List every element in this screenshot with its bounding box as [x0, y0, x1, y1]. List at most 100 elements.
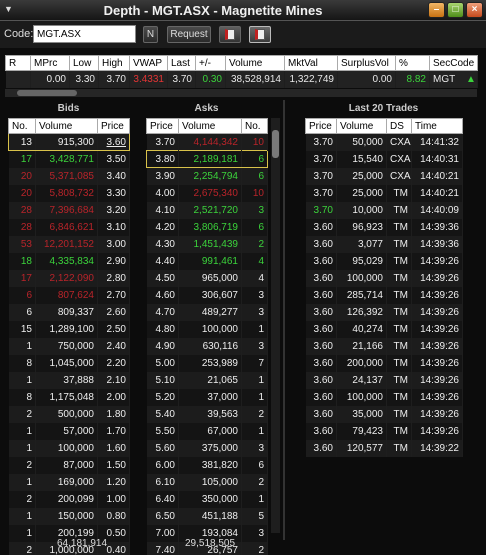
summary-column-header[interactable]: SecCode — [429, 55, 478, 71]
request-button[interactable]: Request — [167, 26, 211, 43]
ask-row[interactable]: 5.20 37,000 1 — [146, 388, 268, 406]
asks-column-header[interactable]: Price — [146, 118, 179, 134]
summary-column-header[interactable]: MktVal — [284, 55, 338, 71]
bid-row[interactable]: 17 3,428,771 3.50 — [8, 150, 130, 168]
ask-row[interactable]: 4.20 3,806,719 6 — [146, 218, 268, 236]
bid-row[interactable]: 20 5,371,085 3.40 — [8, 167, 130, 185]
bid-row[interactable]: 28 7,396,684 3.20 — [8, 201, 130, 219]
ask-row[interactable]: 5.10 21,065 1 — [146, 371, 268, 389]
bid-row[interactable]: 6 809,337 2.60 — [8, 303, 130, 321]
summary-column-header[interactable]: Last — [167, 55, 196, 71]
document-list-button[interactable] — [219, 26, 241, 43]
bid-row[interactable]: 28 6,846,621 3.10 — [8, 218, 130, 236]
trade-row[interactable]: 3.60 40,274 TM 14:39:26 — [305, 320, 463, 338]
summary-column-header[interactable]: VWAP — [129, 55, 168, 71]
bid-row[interactable]: 1 57,000 1.70 — [8, 422, 130, 440]
bid-row[interactable]: 2 87,000 1.50 — [8, 456, 130, 474]
ask-row[interactable]: 4.90 630,116 3 — [146, 337, 268, 355]
trade-row[interactable]: 3.60 96,923 TM 14:39:36 — [305, 218, 463, 236]
bids-column-header[interactable]: No. — [8, 118, 36, 134]
ask-row[interactable]: 5.00 253,989 7 — [146, 354, 268, 372]
bid-row[interactable]: 18 4,335,834 2.90 — [8, 252, 130, 270]
trade-row[interactable]: 3.60 120,577 TM 14:39:22 — [305, 439, 463, 457]
ask-row[interactable]: 4.50 965,000 4 — [146, 269, 268, 287]
bid-row[interactable]: 2 500,000 1.80 — [8, 405, 130, 423]
trade-row[interactable]: 3.70 15,540 CXA 14:40:31 — [305, 150, 463, 168]
bid-row[interactable]: 1 750,000 2.40 — [8, 337, 130, 355]
summary-column-header[interactable]: % — [395, 55, 430, 71]
trades-column-header[interactable]: Volume — [336, 118, 387, 134]
ask-row[interactable]: 4.70 489,277 3 — [146, 303, 268, 321]
maximize-icon[interactable]: □ — [447, 2, 464, 18]
trade-row[interactable]: 3.70 25,000 TM 14:40:21 — [305, 184, 463, 202]
asks-column-header[interactable]: No. — [241, 118, 268, 134]
code-input[interactable] — [33, 25, 136, 43]
summary-column-header[interactable]: Low — [69, 55, 99, 71]
bid-row[interactable]: 1 169,000 1.20 — [8, 473, 130, 491]
vertical-scrollbar[interactable] — [271, 118, 280, 533]
bids-column-header[interactable]: Price — [97, 118, 130, 134]
trades-column-header[interactable]: Time — [411, 118, 463, 134]
ask-row[interactable]: 3.80 2,189,181 6 — [146, 150, 268, 168]
ask-row[interactable]: 6.40 350,000 1 — [146, 490, 268, 508]
ask-row[interactable]: 4.00 2,675,340 10 — [146, 184, 268, 202]
scrollbar-thumb[interactable] — [272, 130, 279, 158]
bid-row[interactable]: 20 5,808,732 3.30 — [8, 184, 130, 202]
trade-row[interactable]: 3.60 100,000 TM 14:39:26 — [305, 388, 463, 406]
asks-column-header[interactable]: Volume — [178, 118, 242, 134]
summary-column-header[interactable]: MPrc — [30, 55, 70, 71]
trade-row[interactable]: 3.60 35,000 TM 14:39:26 — [305, 405, 463, 423]
ask-row[interactable]: 3.70 4,144,342 10 — [146, 133, 268, 151]
trade-row[interactable]: 3.60 3,077 TM 14:39:36 — [305, 235, 463, 253]
trade-row[interactable]: 3.60 285,714 TM 14:39:26 — [305, 286, 463, 304]
bid-row[interactable]: 8 1,175,048 2.00 — [8, 388, 130, 406]
trade-row[interactable]: 3.60 200,000 TM 14:39:26 — [305, 354, 463, 372]
trade-row[interactable]: 3.60 24,137 TM 14:39:26 — [305, 371, 463, 389]
ask-row[interactable]: 4.40 991,461 4 — [146, 252, 268, 270]
n-button[interactable]: N — [143, 26, 158, 43]
ask-row[interactable]: 6.00 381,820 6 — [146, 456, 268, 474]
ask-row[interactable]: 4.60 306,607 3 — [146, 286, 268, 304]
minimize-icon[interactable]: – — [428, 2, 445, 18]
summary-column-header[interactable]: R — [5, 55, 31, 71]
bid-row[interactable]: 17 2,122,090 2.80 — [8, 269, 130, 287]
bid-row[interactable]: 1 37,888 2.10 — [8, 371, 130, 389]
trade-row[interactable]: 3.70 50,000 CXA 14:41:32 — [305, 133, 463, 151]
summary-column-header[interactable]: SurplusVol — [337, 55, 396, 71]
trade-row[interactable]: 3.70 10,000 TM 14:40:09 — [305, 201, 463, 219]
ask-row[interactable]: 4.80 100,000 1 — [146, 320, 268, 338]
bids-column-header[interactable]: Volume — [35, 118, 98, 134]
ask-row[interactable]: 5.40 39,563 2 — [146, 405, 268, 423]
bid-row[interactable]: 1 150,000 0.80 — [8, 507, 130, 525]
ask-row[interactable]: 6.10 105,000 2 — [146, 473, 268, 491]
summary-column-header[interactable]: +/- — [195, 55, 226, 71]
bid-row[interactable]: 13 915,300 3.60 — [8, 133, 130, 151]
bid-row[interactable]: 8 1,045,000 2.20 — [8, 354, 130, 372]
summary-column-header[interactable]: High — [98, 55, 130, 71]
trade-row[interactable]: 3.60 21,166 TM 14:39:26 — [305, 337, 463, 355]
summary-column-header[interactable]: Volume — [225, 55, 285, 71]
trade-row[interactable]: 3.60 100,000 TM 14:39:26 — [305, 269, 463, 287]
bid-row[interactable]: 15 1,289,100 2.50 — [8, 320, 130, 338]
ask-row[interactable]: 5.60 375,000 3 — [146, 439, 268, 457]
bid-row[interactable]: 53 12,201,152 3.00 — [8, 235, 130, 253]
trade-row[interactable]: 3.60 79,423 TM 14:39:26 — [305, 422, 463, 440]
ask-row[interactable]: 4.10 2,521,720 3 — [146, 201, 268, 219]
bid-volume: 100,000 — [35, 439, 98, 457]
close-icon[interactable]: × — [466, 2, 483, 18]
trade-row[interactable]: 3.60 95,029 TM 14:39:26 — [305, 252, 463, 270]
ask-row[interactable]: 4.30 1,451,439 2 — [146, 235, 268, 253]
ask-row[interactable]: 3.90 2,254,794 6 — [146, 167, 268, 185]
trade-row[interactable]: 3.70 25,000 CXA 14:40:21 — [305, 167, 463, 185]
bid-row[interactable]: 2 200,099 1.00 — [8, 490, 130, 508]
scrollbar-thumb[interactable] — [17, 90, 77, 96]
ask-row[interactable]: 6.50 451,188 5 — [146, 507, 268, 525]
trade-row[interactable]: 3.60 126,392 TM 14:39:26 — [305, 303, 463, 321]
bid-row[interactable]: 1 100,000 1.60 — [8, 439, 130, 457]
document-toggle-button[interactable] — [249, 26, 271, 43]
trades-column-header[interactable]: DS — [386, 118, 412, 134]
trades-column-header[interactable]: Price — [305, 118, 337, 134]
bid-row[interactable]: 6 807,624 2.70 — [8, 286, 130, 304]
horizontal-scrollbar[interactable] — [5, 89, 477, 97]
ask-row[interactable]: 5.50 67,000 1 — [146, 422, 268, 440]
